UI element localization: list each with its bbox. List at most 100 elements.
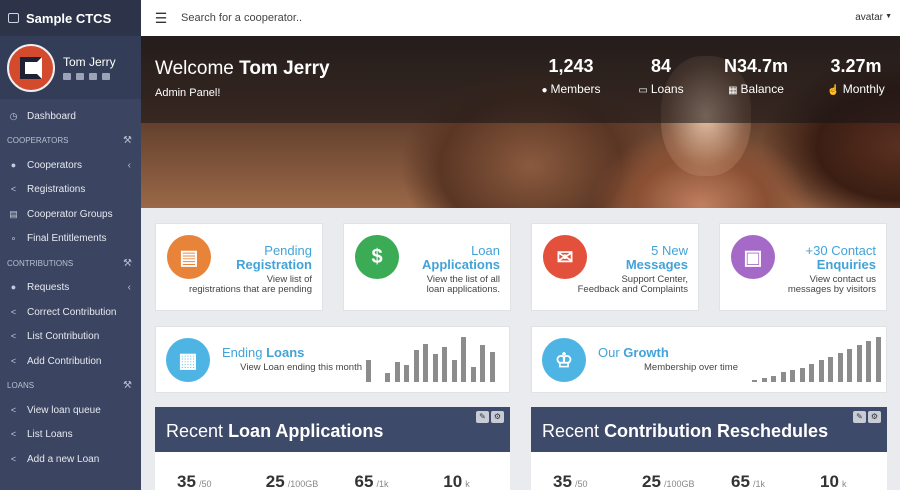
user-box: Tom Jerry [0,36,141,99]
card-contact-enquiries[interactable]: ▣ +30 Contact Enquiries View contact us m… [719,223,887,311]
edit-icon[interactable]: ✎ [853,411,866,423]
card-title: 5 New [651,243,688,258]
sparkline-bar [432,354,438,382]
thumbs-up-icon: ☝ [827,85,840,96]
panel-recent-loan-applications: Recent Loan Applications ✎ ⚙ 35 /50 25 /1… [155,407,510,490]
profile-icon[interactable] [63,73,71,80]
share-icon: < [10,306,17,317]
gear-icon[interactable]: ⚙ [491,411,504,423]
banner-subtitle: Admin Panel! [155,87,221,99]
user-avatar-menu[interactable]: avatar [855,12,883,23]
sidebar-item-view-loan-queue[interactable]: < View loan queue [0,398,141,423]
user-icon: ● [541,85,548,96]
kpi-item: 35 /50 [553,472,588,490]
share-icon: < [10,404,17,415]
table-icon: ▤ [9,208,18,219]
stat-loans[interactable]: 84 ▭ Loans [631,56,691,96]
sidebar-item-label: Correct Contribution [27,306,117,318]
share-icon: < [10,429,17,440]
sidebar-section-cooperators: COOPERATORS ⚒ [0,129,141,154]
envelope-icon: ✉ [543,235,587,279]
sidebar-item-correct-contribution[interactable]: < Correct Contribution [0,300,141,325]
sparkline-bar [799,368,805,382]
stat-value: 1,243 [548,56,594,76]
sidebar-item-label: View loan queue [27,404,101,416]
sparkline-bar [394,362,400,382]
panel-title: Recent Loan Applications [155,407,510,452]
card-subtitle: Registration [236,257,312,272]
chevron-down-icon[interactable]: ▼ [885,13,892,20]
sidebar-item-list-loans[interactable]: < List Loans [0,423,141,448]
sidebar-section-contributions: CONTRIBUTIONS ⚒ [0,251,141,276]
mail-icon[interactable] [76,73,84,80]
sidebar-item-dashboard[interactable]: ◷ Dashboard [0,104,141,129]
sidebar-item-add-contribution[interactable]: < Add Contribution [0,349,141,374]
card-description: Membership over time [644,362,738,373]
user-icon: ● [10,159,17,170]
stat-value: 84 [650,56,672,76]
sparkline-bar [461,337,466,382]
stat-balance[interactable]: N34.7m ▦ Balance [716,56,796,96]
wallet-icon: ▦ [166,338,210,382]
card-our-growth[interactable]: ♔ Our Growth Membership over time [531,326,887,393]
brand[interactable]: Sample CTCS [0,0,141,36]
logout-icon[interactable] [102,73,110,80]
sparkline-bar [480,345,485,382]
clock-icon: ◷ [9,110,18,121]
user-name: Tom Jerry [63,55,116,69]
card-title: Ending Loans [222,345,305,360]
stat-members[interactable]: 1,243 ● Members [531,56,611,96]
tools-icon[interactable]: ⚒ [123,258,132,269]
tools-icon[interactable]: ⚒ [123,135,132,146]
sparkline-bar [413,350,419,382]
sparkline-bar [752,380,757,382]
sidebar-item-cooperators[interactable]: ● Cooperators ‹ [0,153,141,178]
sidebar-item-cooperator-groups[interactable]: ▤ Cooperator Groups [0,202,141,227]
sidebar-item-final-entitlements[interactable]: ∘ Final Entitlements [0,227,141,252]
stat-label: Monthly [842,82,885,96]
kpi-item: 25 /100GB [642,472,695,490]
sidebar-item-label: Dashboard [27,110,76,122]
avatar[interactable] [7,43,55,92]
gear-icon[interactable]: ⚙ [868,411,881,423]
sidebar-section-label: CONTRIBUTIONS [7,258,74,268]
sparkline-bar [470,367,476,382]
sidebar-item-label: Cooperator Groups [27,208,113,220]
image-icon: ▣ [731,235,775,279]
sidebar-item-label: List Loans [27,429,73,441]
link-icon: ∘ [10,233,17,244]
card-title: Loan [471,243,500,258]
calculator-icon: ▦ [728,85,738,96]
sidebar-item-add-a-new-loan[interactable]: < Add a new Loan [0,447,141,472]
card-ending-loans[interactable]: ▦ Ending Loans View Loan ending this mon… [155,326,510,393]
brand-name: Sample CTCS [26,10,112,26]
sidebar-item-registrations[interactable]: < Registrations [0,178,141,203]
sidebar-item-requests[interactable]: ● Requests ‹ [0,276,141,301]
menu-toggle-icon[interactable]: ☰ [141,10,181,27]
kpi-item: 25 /100GB [265,472,319,490]
tools-icon[interactable]: ⚒ [123,380,132,391]
brand-logo-icon [8,13,19,23]
card-pending-registration[interactable]: ▤ Pending Registration View list of regis… [155,223,323,311]
kpi-item: 10 k [820,472,847,490]
sidebar-item-label: List Contribution [27,331,100,343]
welcome-text: Welcome Tom Jerry [155,58,330,79]
card-subtitle: Applications [421,257,500,272]
settings-icon[interactable] [89,73,97,80]
sidebar-section-label: COOPERATORS [7,136,69,146]
stat-monthly[interactable]: 3.27m ☝ Monthly [816,56,896,96]
sparkline-bar [847,348,852,382]
edit-icon[interactable]: ✎ [476,411,489,423]
sparkline-bar [828,356,833,382]
sparkline-bar [761,378,767,382]
sparkline-bar [385,373,390,382]
search-input[interactable] [181,12,681,24]
stat-value: N34.7m [723,56,789,76]
card-title: Pending [264,243,312,258]
panel-recent-contribution-reschedules: Recent Contribution Reschedules ✎ ⚙ 35 /5… [531,407,887,490]
sparkline-bar [771,376,776,382]
card-loan-applications[interactable]: $ Loan Applications View the list of all… [343,223,511,311]
sidebar-item-list-contribution[interactable]: < List Contribution [0,325,141,350]
sidebar-item-label: Final Entitlements [27,233,107,245]
card-messages[interactable]: ✉ 5 New Messages Support Center, Feedback… [531,223,699,311]
